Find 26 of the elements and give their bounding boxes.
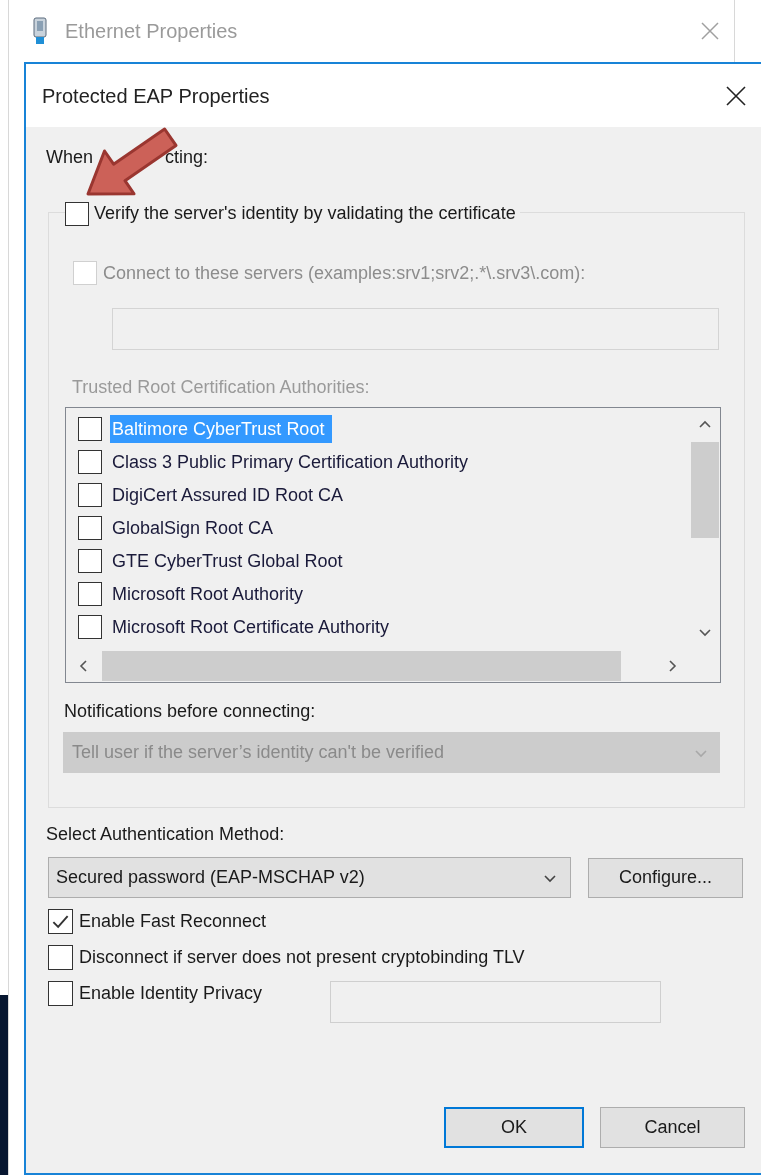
list-label: Trusted Root Certification Authorities: <box>72 376 371 399</box>
checkbox[interactable] <box>48 908 73 934</box>
checkbox[interactable] <box>65 201 89 226</box>
checkbox[interactable] <box>48 980 73 1006</box>
section-label: When <box>46 145 94 169</box>
dropdown-value: Secured password (EAP-MSCHAP v2) <box>56 866 366 889</box>
scrollbar-thumb[interactable] <box>102 650 621 681</box>
field-label: Select Authentication Method: <box>46 823 286 846</box>
checkbox-label: Disconnect if server does not present cryptobinding TLV <box>79 945 525 969</box>
window-title: Ethernet Properties <box>65 19 239 44</box>
checkbox-label: Enable Fast Reconnect <box>79 909 267 933</box>
field-label: Notifications before connecting: <box>64 700 317 723</box>
dialog-title: Protected EAP Properties <box>42 83 270 109</box>
checkbox[interactable] <box>48 944 73 970</box>
checkbox-label: Enable Identity Privacy <box>79 981 263 1005</box>
dropdown-value: Tell user if the server’s identity can't be verified <box>72 741 445 764</box>
checkbox-label: Verify the server's identity by validating the certificate <box>94 202 516 225</box>
auth-method-dropdown[interactable]: Secured password (EAP-MSCHAP v2) <box>48 857 571 898</box>
network-adapter-icon <box>31 17 49 45</box>
checkbox-label: Connect to these servers (examples:srv1;srv2;.*\.srv3\.com): <box>103 261 586 285</box>
configure-button[interactable]: Configure... <box>588 857 743 898</box>
close-icon[interactable] <box>725 84 747 107</box>
dialog-button[interactable]: OK <box>444 1107 584 1148</box>
scrollbar-thumb[interactable] <box>691 442 719 538</box>
section-label: cting: <box>165 145 209 169</box>
dialog-button[interactable]: Cancel <box>600 1107 745 1148</box>
